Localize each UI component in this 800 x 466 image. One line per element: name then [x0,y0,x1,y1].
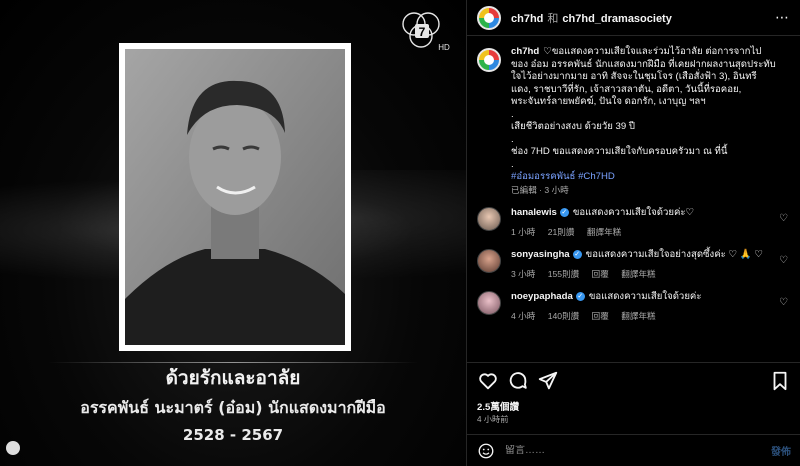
memorial-caption: ด้วยรักและอาลัย อรรคพันธ์ นะมาตร์ (อ๋อม)… [0,360,466,447]
logo-hd: HD [438,43,450,52]
comment-input[interactable] [505,445,735,456]
caption-text-1: ♡ขอแสดงความเสียใจและร่วมไว้อาลัย ต่อการจ… [511,46,776,107]
comment-text: ขอแสดงความเสียใจด้วยค่ะ♡ [572,207,695,218]
comment-text: ขอแสดงความเสียใจอย่างสุดซึ้งค่ะ ♡ 🙏 ♡ [585,249,763,260]
bookmark-icon[interactable] [769,370,791,392]
author-avatar[interactable] [477,5,501,30]
post-caption: ch7hd ♡ขอแสดงความเสียใจและร่วมไว้อาลัย ต่… [477,46,790,196]
caption-years: 2528 - 2567 [182,426,284,444]
commenter-avatar[interactable] [477,207,501,231]
comment-time: 4 小時 [511,310,536,321]
commenter-avatar[interactable] [477,249,501,273]
comment-like-icon[interactable]: ♡ [779,213,788,224]
more-horizontal-icon[interactable]: ⋯ [775,9,790,26]
caption-dot-1: . [511,108,514,120]
comments-scroll[interactable]: ch7hd ♡ขอแสดงความเสียใจและร่วมไว้อาลัย ต่… [467,36,800,362]
post-header: ch7hd 和 ch7hd_dramasociety ⋯ [467,0,800,36]
comment-translate[interactable]: 翻譯年糕 [621,311,655,321]
caption-title: ด้วยรักและอาลัย [165,367,301,389]
caption-avatar[interactable] [477,48,501,72]
portrait-photo [125,49,345,345]
caption-hashtags[interactable]: #อ๋อมอรรคพันธ์ #Ch7HD [511,171,776,184]
verified-badge-icon: ✓ [572,249,582,259]
comment-meta: 3 小時 155則讚 回覆 翻譯年糕 [511,268,771,281]
caption-dot-3: . [511,158,514,170]
comment-text: ขอแสดงความเสียใจด้วยค่ะ [588,291,702,302]
comment-item: noeypaphada ✓ ขอแสดงความเสียใจด้วยค่ะ 4 小時… [477,291,790,322]
comment-likes[interactable]: 155則讚 [548,269,580,279]
caption-dot-2: . [511,133,514,145]
comment-body: sonyasingha ✓ ขอแสดงความเสียใจอย่างสุดซึ้ง… [511,249,771,280]
likes-count[interactable]: 2.5萬個讚 [477,399,519,413]
emoji-icon[interactable] [477,442,495,460]
commenter-avatar[interactable] [477,291,501,315]
comment-like-icon[interactable]: ♡ [779,255,788,266]
comment-likes[interactable]: 21則讚 [548,227,575,237]
comment-item: sonyasingha ✓ ขอแสดงความเสียใจอย่างสุดซึ้ง… [477,249,790,280]
comment-reply[interactable]: 回覆 [592,311,609,321]
collab-username[interactable]: ch7hd_dramasociety [562,13,671,25]
comment-time: 3 小時 [511,268,536,279]
ch7hd-logo: 7 HD [402,12,450,52]
caption-meta: 已編輯 · 3 小時 [511,184,569,195]
comment-item: hanalewis ✓ ขอแสดงความเสียใจด้วยค่ะ♡ 1 小時 … [477,207,790,238]
action-bar [467,362,800,398]
comment-body: noeypaphada ✓ ขอแสดงความเสียใจด้วยค่ะ 4 小時… [511,291,771,322]
logo-number: 7 [419,25,426,39]
collab-separator: 和 [547,12,559,25]
post-time: 4 小時前 [477,415,509,424]
comment-time: 1 小時 [511,226,536,237]
verified-badge-icon: ✓ [559,207,569,217]
caption-name: อรรคพันธ์ นะมาตร์ (อ๋อม) นักแสดงมากฝีมือ [80,398,386,417]
caption-username[interactable]: ch7hd [511,46,539,57]
commenter-username[interactable]: noeypaphada [511,291,573,302]
comment-likes[interactable]: 140則讚 [548,311,580,321]
heart-icon[interactable] [477,370,499,392]
share-icon[interactable] [537,370,559,392]
comment-reply[interactable]: 回覆 [592,269,609,279]
comment-composer: 發佈 [467,434,800,466]
caption-body: ch7hd ♡ขอแสดงความเสียใจและร่วมไว้อาลัย ต่… [511,46,776,196]
caption-text-2: เสียชีวิตอย่างสงบ ด้วยวัย 39 ปี [511,121,635,132]
caption-text-3: ช่อง 7HD ขอแสดงความเสียใจกับครอบครัวมา ณ… [511,146,728,157]
comment-meta: 4 小時 140則讚 回覆 翻譯年糕 [511,310,771,323]
comment-meta: 1 小時 21則讚 翻譯年糕 [511,226,771,239]
post-panel: ch7hd 和 ch7hd_dramasociety ⋯ ch7hd ♡ขอแสดงค… [466,0,800,466]
commenter-username[interactable]: hanalewis [511,207,557,218]
verified-badge-icon: ✓ [575,291,585,301]
comment-like-icon[interactable]: ♡ [779,297,788,308]
comment-translate[interactable]: 翻譯年糕 [621,269,655,279]
tagged-user-icon[interactable] [6,441,20,455]
post-comment-button[interactable]: 發佈 [771,443,791,458]
author-username[interactable]: ch7hd [511,13,543,25]
commenter-username[interactable]: sonyasingha [511,249,570,260]
comment-body: hanalewis ✓ ขอแสดงความเสียใจด้วยค่ะ♡ 1 小時 … [511,207,771,238]
comment-translate[interactable]: 翻譯年糕 [587,227,621,237]
portrait-frame [119,43,351,351]
post-media[interactable]: 7 HD ด้วยรักและอาลัย อรรคพันธ์ นะมาตร์ (… [0,0,466,466]
author-names: ch7hd 和 ch7hd_dramasociety [511,10,672,26]
comment-icon[interactable] [507,370,529,392]
